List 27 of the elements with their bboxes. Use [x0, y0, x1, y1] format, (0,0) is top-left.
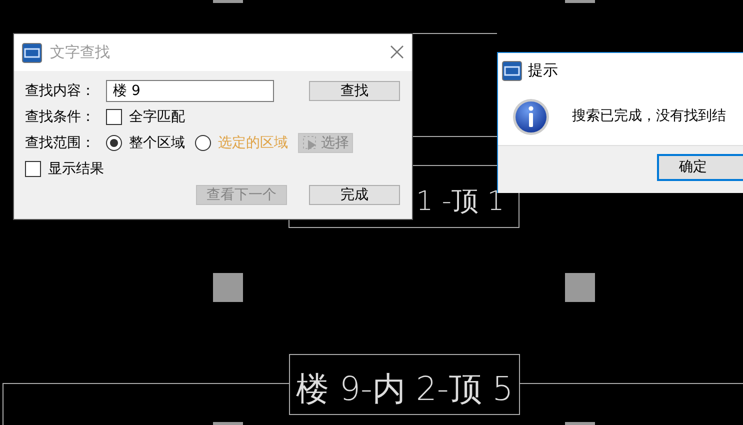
selection-icon [302, 135, 318, 151]
search-field[interactable]: 楼 9 [106, 80, 274, 102]
checkbox[interactable] [25, 161, 41, 177]
app-logo-icon [502, 60, 522, 80]
radio-button[interactable] [195, 135, 211, 151]
checkbox[interactable] [106, 109, 122, 125]
window-title: 文字查找 [50, 42, 110, 64]
radio-label: 整个区域 [129, 134, 185, 152]
drawing-label: 楼 9-内 2-顶 5 [296, 369, 514, 408]
drawing-label: 1 -顶 1 [416, 186, 504, 217]
app-logo-icon [22, 42, 42, 62]
radio-label: 选定的区域 [218, 134, 288, 152]
message-text: 搜索已完成，没有找到结 [572, 107, 726, 126]
field-label: 查找范围： [25, 134, 96, 152]
field-label: 查找内容： [25, 82, 96, 100]
checkbox-label: 显示结果 [48, 160, 104, 178]
radio-button[interactable] [106, 135, 122, 151]
ok-button[interactable]: 确定 [657, 154, 743, 181]
field-label: 查找条件： [25, 108, 96, 126]
button[interactable]: 查找 [309, 81, 400, 101]
info-icon [512, 98, 550, 136]
grip-square [565, 273, 595, 302]
window-title: 提示 [528, 60, 558, 82]
button[interactable]: 完成 [309, 185, 400, 205]
grip-square [213, 273, 243, 302]
checkbox-label: 全字匹配 [129, 108, 185, 126]
close-icon[interactable] [390, 45, 404, 60]
